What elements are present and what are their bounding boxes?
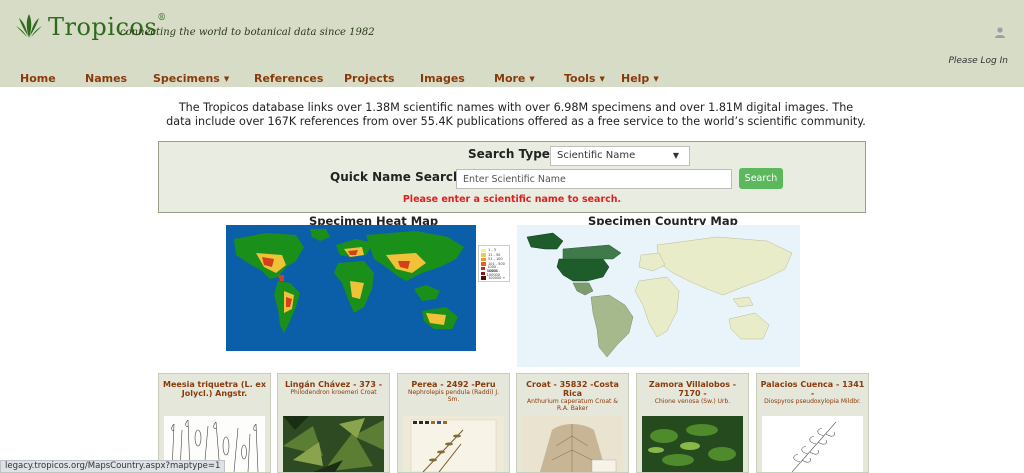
logo-registered-mark: ® [157,13,167,23]
nav-item-references[interactable]: References [254,72,323,85]
heat-map-legend: 1 - 3 11 - 50 51 - 100 101 - 500 1000 - … [478,245,510,282]
chevron-down-icon: ▼ [529,75,535,83]
legend-label: 51 - 100 [488,257,503,262]
chevron-down-icon: ▼ [599,75,605,83]
herbarium-sheet-image[interactable] [403,416,504,472]
chevron-down-icon: ▼ [653,75,659,83]
login-link[interactable]: Please Log In [948,56,1008,66]
status-bar: legacy.tropicos.org/MapsCountry.aspx?map… [0,460,226,473]
nav-item-specimens[interactable]: Specimens ▼ [153,72,229,85]
site-header: Tropicos® connecting the world to botani… [0,0,1024,87]
legend-swatch [481,253,486,257]
user-icon[interactable] [994,26,1006,38]
legend-swatch [481,257,486,262]
nav-label: References [254,72,324,85]
plant-photo-image[interactable] [642,416,743,472]
legend-swatch [481,271,485,276]
nav-item-names[interactable]: Names [85,72,127,85]
card-subtitle: Anthurium caperatum Croat & R.A. Baker [527,398,618,412]
chevron-down-icon: ▼ [672,151,679,160]
card-title[interactable]: Perea - 2492 -Peru [398,380,509,389]
legend-swatch [481,262,486,266]
card-title[interactable]: Croat - 35832 -Costa Rica [517,380,628,398]
nav-item-images[interactable]: Images [420,72,465,85]
specimen-card[interactable]: Croat - 35832 -Costa Rica Anthurium cape… [516,373,629,473]
nav-item-home[interactable]: Home [20,72,56,85]
site-tagline: connecting the world to botanical data s… [120,27,375,38]
legend-swatch [481,248,486,253]
legend-swatch [481,276,486,280]
herbarium-sheet-image[interactable] [522,416,623,472]
legend-swatch [481,266,486,271]
legend-label: 11 - 50 [488,252,501,257]
search-type-label: Search Type [468,147,550,161]
nav-label: Specimens [153,72,220,85]
card-subtitle: Diospyros pseudoxylopia Mildbr. [764,398,861,405]
search-type-select[interactable]: Scientific Name ▼ [550,146,690,166]
nav-item-help[interactable]: Help ▼ [621,72,659,85]
nav-label: Names [85,72,128,85]
intro-text: The Tropicos database links over 1.38M s… [166,101,866,128]
card-subtitle: Chione venosa (Sw.) Urb. [654,398,731,405]
specimen-card[interactable]: Lingán Chávez - 373 - Philodendron kroem… [277,373,390,473]
quick-search-label: Quick Name Search [330,170,462,184]
main-nav: Home Names Specimens ▼ References Project… [0,72,1024,88]
nav-item-tools[interactable]: Tools ▼ [564,72,605,85]
legend-label: 100000 + [488,275,506,280]
specimen-heat-map[interactable] [226,225,476,351]
specimen-card[interactable]: Palacios Cuenca - 1341 - Diospyros pseud… [756,373,869,473]
legend-item: 100000 + [481,276,507,281]
card-subtitle: Nephrolepis pendula (Raddi) J. Sm. [407,389,500,403]
nav-label: More [494,72,526,85]
card-title[interactable]: Palacios Cuenca - 1341 - [757,380,868,398]
card-title[interactable]: Meesia triquetra (L. ex Jolycl.) Angstr. [159,380,270,398]
scientific-name-input[interactable] [456,169,732,189]
nav-item-projects[interactable]: Projects [344,72,395,85]
search-button[interactable]: Search [739,168,783,189]
search-error-message: Please enter a scientific name to search… [402,194,622,205]
card-title[interactable]: Lingán Chávez - 373 - [278,380,389,389]
specimen-card[interactable]: Zamora Villalobos - 7170 - Chione venosa… [636,373,749,473]
nav-label: Images [420,72,465,85]
nav-label: Help [621,72,650,85]
specimen-card[interactable]: Meesia triquetra (L. ex Jolycl.) Angstr. [158,373,271,473]
card-subtitle: Philodendron kroemeri Croat [290,389,377,396]
nav-item-more[interactable]: More ▼ [494,72,535,85]
card-title[interactable]: Zamora Villalobos - 7170 - [637,380,748,398]
nav-label: Home [20,72,56,85]
nav-label: Tools [564,72,596,85]
fern-logo-icon[interactable] [15,12,43,40]
specimen-card[interactable]: Perea - 2492 -Peru Nephrolepis pendula (… [397,373,510,473]
search-type-value: Scientific Name [557,150,636,161]
specimen-country-map[interactable] [517,225,800,367]
plant-photo-image[interactable] [283,416,384,472]
botanical-illustration-image[interactable] [762,416,863,472]
chevron-down-icon: ▼ [223,75,230,83]
legend-label: 1 - 3 [488,248,496,253]
nav-label: Projects [344,72,395,85]
